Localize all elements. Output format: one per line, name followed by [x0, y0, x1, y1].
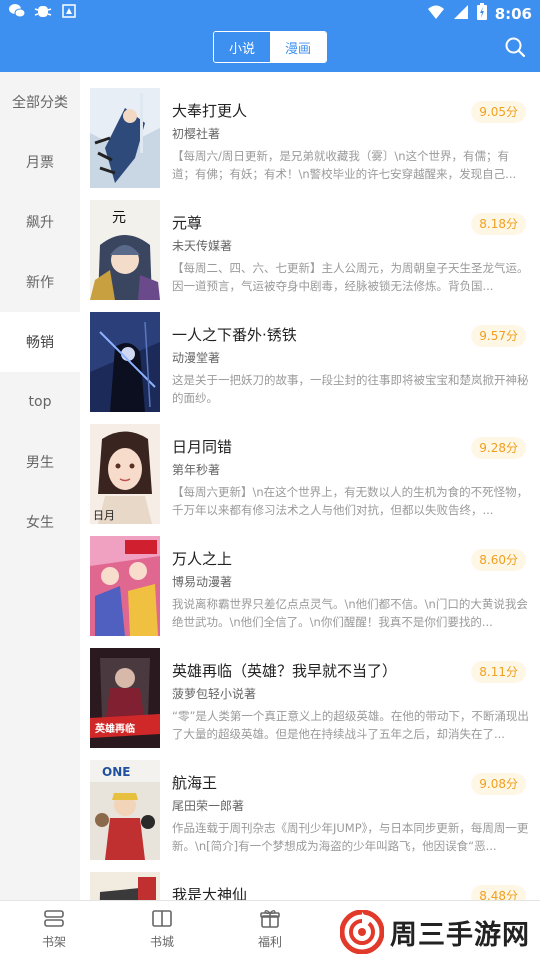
list-item[interactable]: 英雄再临 英雄再临（英雄？我早就不当了） 菠萝包轻小说著 “零”是人类第一个真正… — [80, 632, 540, 748]
nav-bookshelf-label: 书架 — [41, 935, 66, 949]
list-item[interactable]: 日月 日月同错 第年秒著 【每周六更新】\n在这个世界上，有无数以人的生机为食的… — [80, 408, 540, 524]
nav-bookstore[interactable]: 书城 — [132, 909, 192, 950]
book-description: 【每周六更新】\n在这个世界上，有无数以人的生机为食的不死怪物，千万年以来都有修… — [172, 485, 529, 517]
svg-text:英雄再临: 英雄再临 — [94, 722, 135, 735]
book-author: 尾田荣一郎著 — [172, 799, 245, 813]
nav-bookshelf[interactable]: 书架 — [24, 909, 84, 950]
book-description: 【每周六/周日更新，是兄弟就收藏我（雾〕\n这个世界，有儒；有道；有佛；有妖；有… — [172, 149, 517, 181]
wechat-icon — [8, 3, 26, 19]
sidebar-item-rising[interactable]: 飙升 — [0, 192, 80, 252]
sidebar-item-all[interactable]: 全部分类 — [0, 72, 80, 132]
book-author: 博易动漫著 — [172, 575, 233, 589]
list-item[interactable]: 万人之上 博易动漫著 我说离称霸世界只差亿点点灵气。\n他们都不信。\n门口的大… — [80, 520, 540, 636]
list-item[interactable]: ONE 航海王 尾田荣一郎著 作品连载于周刊杂志《周刊少年JUMP》，与日本同步… — [80, 744, 540, 860]
book-cover: ONE — [90, 760, 160, 860]
signal-icon — [453, 4, 469, 24]
book-cover — [90, 872, 160, 900]
book-score: 8.18分 — [471, 213, 526, 235]
sidebar-item-top[interactable]: top — [0, 372, 80, 432]
list-item[interactable]: 一人之下番外·锈铁 动漫堂著 这是关于一把妖刀的故事，一段尘封的往事即将被宝宝和… — [80, 296, 540, 412]
watermark-text: 周三手游网 — [390, 919, 530, 951]
book-score: 9.57分 — [471, 325, 526, 347]
top-bar: 8:06 小说 漫画 — [0, 0, 540, 72]
svg-text:ONE: ONE — [102, 765, 130, 779]
tab-novel[interactable]: 小说 — [214, 32, 270, 62]
book-cover — [90, 536, 160, 636]
list-item[interactable]: 元 元尊 未天传媒著 【每周二、四、六、七更新】主人公周元，为周朝皇子天生圣龙气… — [80, 184, 540, 300]
nav-welfare-label: 福利 — [257, 935, 282, 949]
book-cover: 英雄再临 — [90, 648, 160, 748]
book-description: “零”是人类第一个真正意义上的超级英雄。在他的带动下，不断涌现出了大量的超级英雄… — [172, 709, 529, 741]
wifi-icon — [427, 4, 445, 24]
notification-icon — [60, 3, 78, 19]
book-score: 8.60分 — [471, 549, 526, 571]
book-score: 9.08分 — [471, 773, 526, 795]
book-description: 作品连载于周刊杂志《周刊少年JUMP》，与日本同步更新，每周周一更新。\n[简介… — [172, 821, 529, 853]
svg-text:元: 元 — [112, 210, 126, 226]
book-cover — [90, 88, 160, 188]
book-open-icon — [152, 910, 172, 927]
book-author: 未天传媒著 — [172, 239, 233, 253]
sidebar-item-monthly-ticket[interactable]: 月票 — [0, 132, 80, 192]
book-description: 【每周二、四、六、七更新】主人公周元，为周朝皇子天生圣龙气运。因一道预言，气运被… — [172, 261, 529, 293]
list-item[interactable]: 我是大神仙 8.48分 — [80, 856, 540, 900]
tab-comic[interactable]: 漫画 — [270, 32, 326, 62]
book-score: 8.11分 — [471, 661, 526, 683]
watermark: 周三手游网 — [340, 910, 530, 954]
category-sidebar: 全部分类 月票 飙升 新作 畅销 top 男生 女生 — [0, 72, 80, 900]
book-cover — [90, 312, 160, 412]
book-description: 这是关于一把妖刀的故事，一段尘封的往事即将被宝宝和楚岚掀开神秘的面纱。 — [172, 373, 529, 405]
sidebar-item-bestseller[interactable]: 畅销 — [0, 312, 80, 372]
sidebar-item-new[interactable]: 新作 — [0, 252, 80, 312]
list-item[interactable]: 大奉打更人 初樱社著 【每周六/周日更新，是兄弟就收藏我（雾〕\n这个世界，有儒… — [80, 72, 540, 188]
nav-bookstore-label: 书城 — [149, 935, 174, 949]
book-score: 9.05分 — [471, 101, 526, 123]
book-cover: 日月 — [90, 424, 160, 524]
gift-icon — [260, 910, 280, 928]
status-bar: 8:06 — [0, 0, 540, 24]
sidebar-item-male[interactable]: 男生 — [0, 432, 80, 492]
status-time: 8:06 — [494, 4, 532, 23]
book-author: 菠萝包轻小说著 — [172, 687, 257, 701]
book-score: 9.28分 — [471, 437, 526, 459]
book-author: 第年秒著 — [172, 463, 221, 477]
watermark-logo-icon — [340, 910, 384, 954]
sidebar-item-female[interactable]: 女生 — [0, 492, 80, 552]
book-description: 我说离称霸世界只差亿点点灵气。\n他们都不信。\n门口的大黄说我会绝世武功。\n… — [172, 597, 528, 629]
bookshelf-icon — [44, 910, 64, 927]
search-icon[interactable] — [504, 36, 526, 58]
nav-welfare[interactable]: 福利 — [240, 909, 300, 950]
book-cover: 元 — [90, 200, 160, 300]
book-author: 初樱社著 — [172, 127, 221, 141]
battery-icon — [476, 3, 487, 24]
book-score: 8.48分 — [471, 885, 526, 900]
category-switch: 小说 漫画 — [213, 31, 327, 63]
book-author: 动漫堂著 — [172, 351, 221, 365]
bug-icon — [34, 3, 52, 19]
book-list: 大奉打更人 初樱社著 【每周六/周日更新，是兄弟就收藏我（雾〕\n这个世界，有儒… — [80, 72, 540, 900]
